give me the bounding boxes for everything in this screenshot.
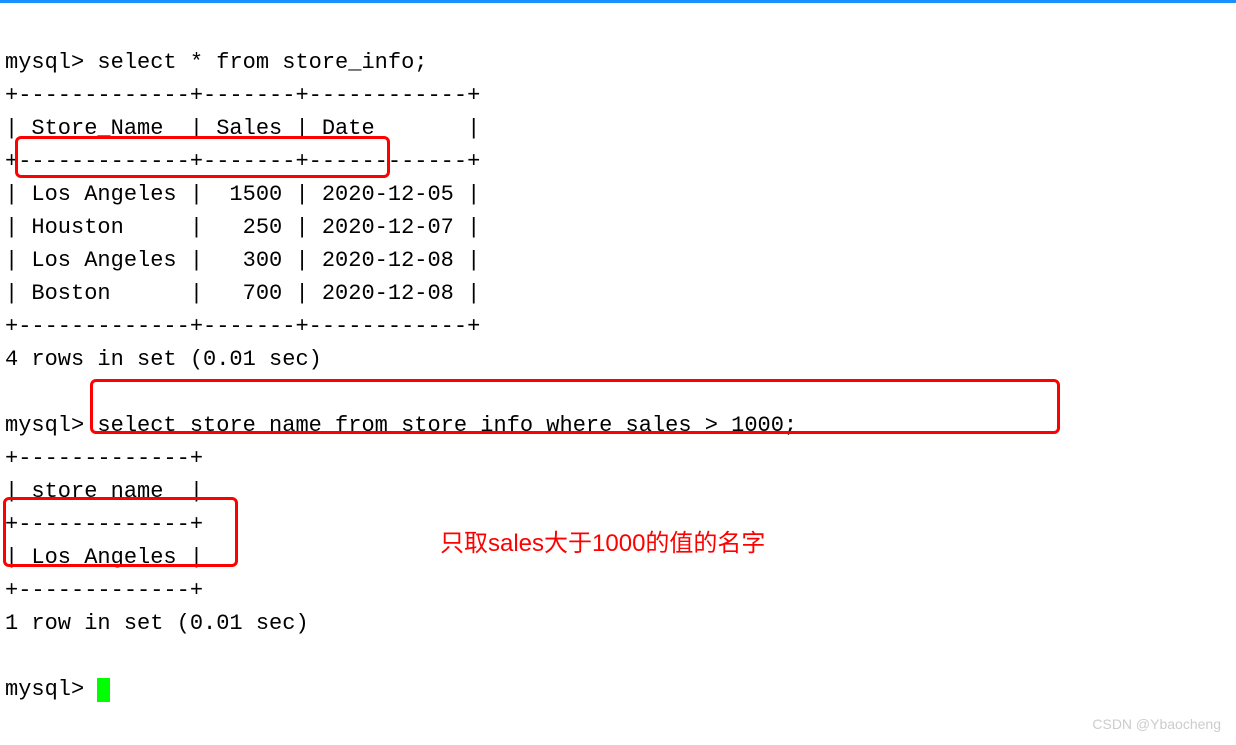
table-border: +-------------+-------+------------+ [5,314,480,339]
result-summary: 1 row in set (0.01 sec) [5,611,309,636]
result-summary: 4 rows in set (0.01 sec) [5,347,322,372]
table-border: +-------------+-------+------------+ [5,83,480,108]
terminal-output: mysql> select * from store_info; +------… [5,13,1231,706]
table-header: | store_name | [5,479,203,504]
sql-query-1: select * from store_info; [97,50,427,75]
sql-query-2: select store_name from store_info where … [97,413,797,438]
table-border: +-------------+ [5,512,203,537]
annotation-text: 只取sales大于1000的值的名字 [440,526,765,562]
table-row: | Los Angeles | 300 | 2020-12-08 | [5,248,480,273]
table-row: | Los Angeles | [5,545,203,570]
table-border: +-------------+ [5,446,203,471]
prompt: mysql> [5,677,84,702]
table-row: | Boston | 700 | 2020-12-08 | [5,281,480,306]
table-header: | Store_Name | Sales | Date | [5,116,480,141]
table-border: +-------------+ [5,578,203,603]
table-row: | Los Angeles | 1500 | 2020-12-05 | [5,182,480,207]
table-border: +-------------+-------+------------+ [5,149,480,174]
table-row: | Houston | 250 | 2020-12-07 | [5,215,480,240]
cursor-icon [97,678,110,702]
watermark: CSDN @Ybaocheng [1092,714,1221,735]
prompt: mysql> [5,413,84,438]
prompt: mysql> [5,50,84,75]
